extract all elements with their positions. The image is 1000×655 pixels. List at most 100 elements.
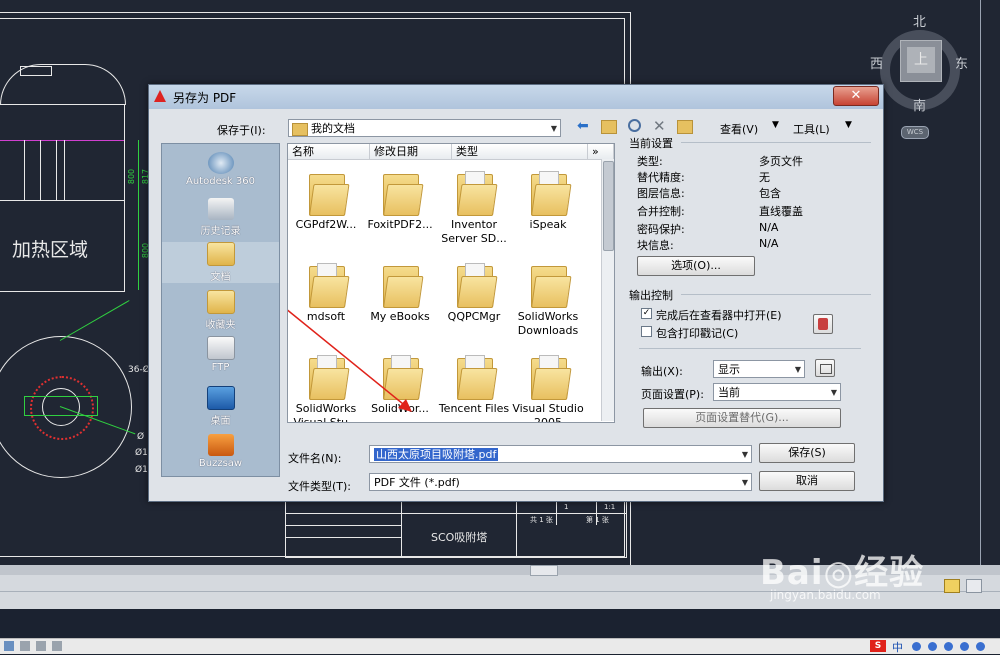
tb-line bbox=[286, 513, 626, 514]
place-desktop[interactable]: 桌面 bbox=[162, 386, 279, 427]
taskbar-icon[interactable] bbox=[36, 641, 46, 651]
annotation-arrow bbox=[288, 309, 412, 412]
page-setup-override-button[interactable]: 页面设置替代(G)... bbox=[643, 408, 841, 428]
tools-menu[interactable]: 工具(L) bbox=[793, 121, 830, 137]
leader-line bbox=[59, 300, 130, 341]
search-web-icon[interactable] bbox=[628, 119, 641, 132]
wcs-menu-button[interactable]: WCS bbox=[901, 126, 929, 139]
desktop-icon bbox=[206, 386, 235, 410]
place-buzzsaw[interactable]: Buzzsaw bbox=[162, 434, 279, 469]
places-bar: Autodesk 360 历史记录 文档 收藏夹 FTP 桌面 Buzzsaw bbox=[161, 143, 280, 477]
chevron-down-icon[interactable]: ▼ bbox=[772, 120, 779, 130]
frame-line bbox=[0, 18, 624, 19]
side-label: Ø1 bbox=[135, 465, 148, 475]
taskbar-icon[interactable] bbox=[4, 641, 14, 651]
favorites-folder-icon bbox=[206, 290, 235, 314]
ime-tray-icon[interactable] bbox=[960, 642, 969, 651]
ime-tray-icon[interactable] bbox=[944, 642, 953, 651]
cancel-button[interactable]: 取消 bbox=[759, 471, 855, 491]
delete-icon[interactable]: ✕ bbox=[653, 117, 666, 135]
ime-tray-icon[interactable] bbox=[928, 642, 937, 651]
autocad-logo-icon bbox=[154, 90, 166, 102]
settings-icon bbox=[820, 364, 832, 374]
viewcube-top-face[interactable]: 上 bbox=[900, 40, 942, 82]
frame-line bbox=[980, 0, 981, 565]
place-label: Buzzsaw bbox=[198, 458, 243, 469]
output-value: 显示 bbox=[718, 363, 740, 376]
dialog-title: 另存为 PDF bbox=[173, 91, 237, 105]
vessel-line bbox=[0, 200, 124, 201]
taskbar-icon[interactable] bbox=[52, 641, 62, 651]
up-folder-icon[interactable] bbox=[601, 120, 617, 134]
place-ftp[interactable]: FTP bbox=[162, 336, 279, 373]
plot-stamp-settings-button[interactable] bbox=[813, 314, 833, 334]
documents-folder-icon bbox=[206, 242, 235, 266]
baidu-watermark: Bai◎经验 bbox=[760, 553, 925, 593]
file-list[interactable]: 名称 修改日期 类型 » CGPdf2W... FoxitPDF2... Inv… bbox=[287, 143, 615, 423]
dialog-titlebar[interactable]: 另存为 PDF ✕ bbox=[149, 85, 883, 109]
save-button[interactable]: 保存(S) bbox=[759, 443, 855, 463]
include-plot-stamp-checkbox[interactable] bbox=[641, 326, 652, 337]
setting-key: 类型: bbox=[637, 155, 663, 168]
filename-input[interactable]: 山西太原项目吸附塔.pdf ▼ bbox=[369, 445, 752, 463]
taskbar-icon[interactable] bbox=[20, 641, 30, 651]
magenta-line bbox=[0, 140, 124, 141]
view-menu[interactable]: 查看(V) bbox=[720, 121, 758, 137]
dimension-line bbox=[138, 140, 139, 290]
setting-value: N/A bbox=[759, 221, 779, 234]
tb-text: 第 1 张 bbox=[586, 516, 609, 524]
chevron-down-icon[interactable]: ▼ bbox=[845, 120, 852, 130]
ime-tray-icon[interactable] bbox=[976, 642, 985, 651]
compass-east[interactable]: 东 bbox=[955, 53, 968, 72]
title-block-drawing-name: SCO吸附塔 bbox=[431, 531, 488, 544]
chevron-down-icon[interactable]: ▼ bbox=[795, 361, 801, 379]
sogou-ime-icon[interactable]: S bbox=[870, 640, 886, 652]
horizontal-scroll-thumb[interactable] bbox=[530, 565, 558, 576]
page-setup-dropdown[interactable]: 当前 ▼ bbox=[713, 383, 841, 401]
setting-value: 包含 bbox=[759, 187, 781, 200]
place-history[interactable]: 历史记录 bbox=[162, 198, 279, 237]
back-icon[interactable]: ⬅ bbox=[577, 119, 591, 133]
filetype-dropdown[interactable]: PDF 文件 (*.pdf) ▼ bbox=[369, 473, 752, 491]
vessel-dome bbox=[0, 64, 126, 105]
close-button[interactable]: ✕ bbox=[833, 86, 879, 106]
history-icon bbox=[207, 198, 234, 220]
output-dropdown[interactable]: 显示 ▼ bbox=[713, 360, 805, 378]
file-list-scrollbar[interactable] bbox=[601, 159, 614, 421]
setting-key: 合并控制: bbox=[637, 205, 685, 218]
place-documents[interactable]: 文档 bbox=[162, 242, 279, 283]
chevron-down-icon[interactable]: ▼ bbox=[742, 446, 748, 464]
save-as-pdf-dialog: 另存为 PDF ✕ 保存于(I): 我的文档 ▼ ⬅ ✕ 查看(V) ▼ 工具(… bbox=[148, 84, 884, 502]
compass-north[interactable]: 北 bbox=[913, 11, 926, 30]
include-plot-stamp-label: 包含打印戳记(C) bbox=[656, 327, 739, 340]
chevron-down-icon[interactable]: ▼ bbox=[742, 474, 748, 492]
status-tray-icon[interactable] bbox=[944, 579, 960, 593]
ime-tray-icon[interactable] bbox=[912, 642, 921, 651]
tb-line bbox=[401, 501, 402, 557]
setting-value: 多页文件 bbox=[759, 155, 803, 168]
place-autodesk-360[interactable]: Autodesk 360 bbox=[162, 152, 279, 187]
options-button[interactable]: 选项(O)... bbox=[637, 256, 755, 276]
tb-line bbox=[286, 537, 401, 538]
output-settings-button[interactable] bbox=[815, 359, 835, 377]
place-favorites[interactable]: 收藏夹 bbox=[162, 290, 279, 331]
chevron-down-icon[interactable]: ▼ bbox=[831, 384, 837, 402]
compass-west[interactable]: 西 bbox=[870, 53, 883, 72]
compass-south[interactable]: 南 bbox=[913, 95, 926, 114]
save-in-dropdown[interactable]: 我的文档 ▼ bbox=[288, 119, 561, 137]
output-control-title: 输出控制 bbox=[629, 289, 673, 302]
scroll-thumb[interactable] bbox=[603, 161, 614, 251]
group-divider bbox=[681, 142, 871, 143]
tb-text: 共 1 张 bbox=[530, 516, 553, 524]
setting-key: 图层信息: bbox=[637, 187, 685, 200]
filename-value: 山西太原项目吸附塔.pdf bbox=[374, 448, 499, 461]
new-folder-icon[interactable] bbox=[677, 120, 693, 134]
vessel-rib bbox=[56, 140, 57, 200]
page-setup-value: 当前 bbox=[718, 386, 740, 399]
status-tray-icon[interactable] bbox=[966, 579, 982, 593]
chevron-down-icon[interactable]: ▼ bbox=[551, 120, 557, 138]
cloud-icon bbox=[207, 152, 234, 174]
open-in-viewer-checkbox[interactable]: ✓ bbox=[641, 308, 652, 319]
vessel-rib bbox=[64, 140, 65, 200]
open-in-viewer-label: 完成后在查看器中打开(E) bbox=[656, 309, 782, 322]
